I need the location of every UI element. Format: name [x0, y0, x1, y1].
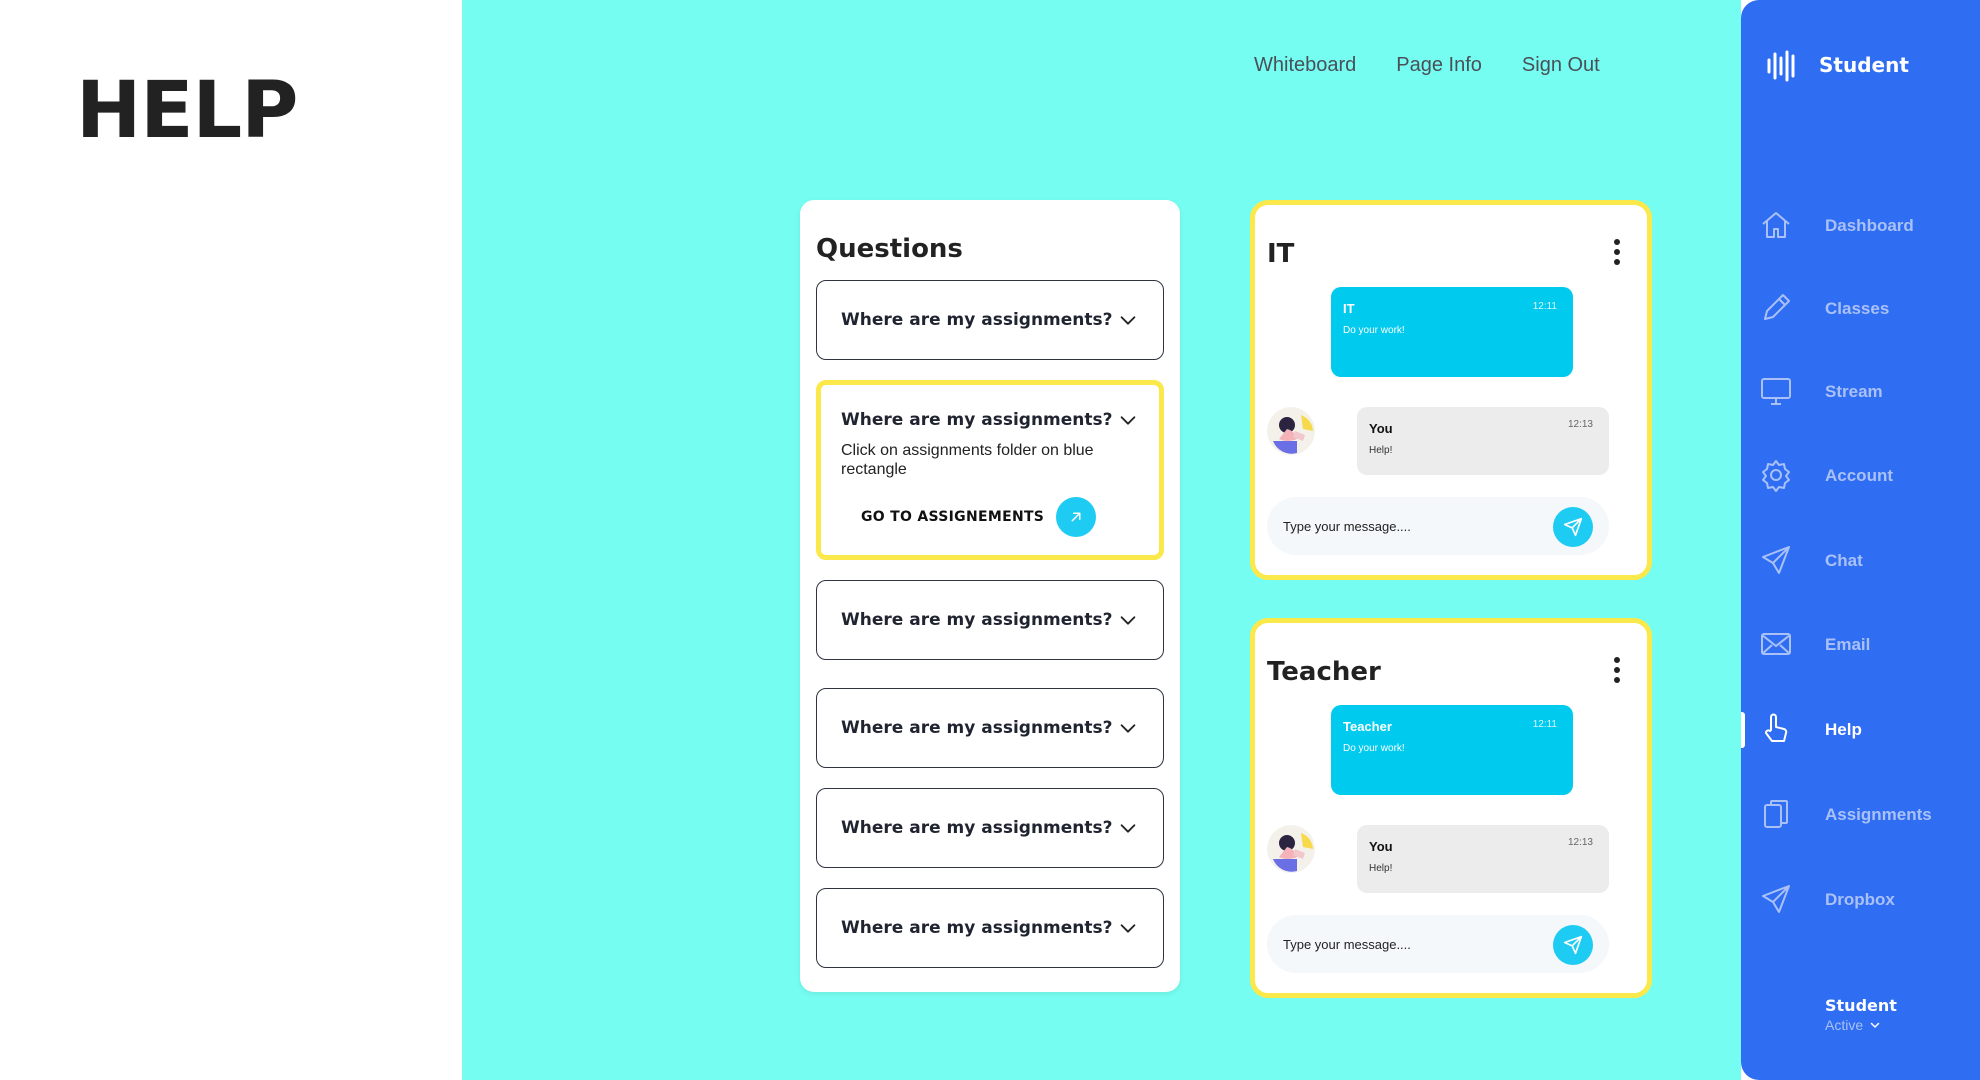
sidebar-item-chat[interactable]: Chat	[1759, 543, 1863, 577]
message-text: Help!	[1369, 445, 1393, 456]
sidebar-item-classes[interactable]: Classes	[1759, 291, 1889, 325]
sidebar-item-label: Dashboard	[1825, 216, 1914, 235]
sidebar-item-help[interactable]: Help	[1759, 712, 1862, 746]
message-sender: You	[1369, 421, 1393, 436]
sidebar-item-email[interactable]: Email	[1759, 627, 1870, 661]
send-button[interactable]	[1553, 507, 1593, 547]
paper-plane-icon	[1762, 546, 1790, 574]
nav-link-sign-out[interactable]: Sign Out	[1522, 54, 1600, 77]
user-block: Student Active	[1825, 996, 1897, 1033]
chevron-down-icon	[1120, 616, 1136, 625]
monitor-icon	[1761, 378, 1791, 405]
chat-card-teacher: Teacher Teacher 12:11 Do your work! You …	[1250, 618, 1652, 998]
sidebar-item-label: Assignments	[1825, 805, 1932, 824]
questions-card: Questions Where are my assignments? Wher…	[800, 200, 1180, 992]
message-text: Help!	[1369, 863, 1393, 874]
more-options-icon[interactable]	[1613, 657, 1621, 683]
faq-item[interactable]: Where are my assignments?	[816, 788, 1164, 868]
sidebar-item-dropbox[interactable]: Dropbox	[1759, 882, 1895, 916]
chat-title: Teacher	[1267, 657, 1381, 687]
nav-link-whiteboard[interactable]: Whiteboard	[1254, 54, 1356, 77]
send-icon	[1563, 517, 1583, 537]
faq-question: Where are my assignments?	[841, 410, 1113, 430]
faq-item[interactable]: Where are my assignments?	[816, 888, 1164, 968]
envelope-icon	[1761, 633, 1791, 655]
chat-card-it: IT IT 12:11 Do your work! You 12:13 Help…	[1250, 200, 1652, 580]
message-text: Do your work!	[1343, 325, 1405, 336]
pencil-icon	[1764, 294, 1790, 320]
faq-answer: Click on assignments folder on blue rect…	[841, 442, 1094, 478]
chevron-down-icon	[1120, 924, 1136, 933]
nav-link-page-info[interactable]: Page Info	[1396, 54, 1482, 77]
incoming-message: Teacher 12:11 Do your work!	[1331, 705, 1573, 795]
go-to-assignments-label: GO TO ASSIGNEMENTS	[861, 509, 1045, 525]
faq-question: Where are my assignments?	[841, 918, 1113, 938]
pointing-hand-icon	[1765, 713, 1788, 742]
message-time: 12:11	[1532, 719, 1557, 730]
sidebar: Student Dashboard Classes Stream Account…	[1741, 0, 1980, 1080]
active-indicator	[1741, 712, 1745, 748]
faq-question: Where are my assignments?	[841, 818, 1113, 838]
arrow-up-right-icon	[1056, 497, 1097, 537]
sidebar-item-label: Email	[1825, 635, 1871, 654]
faq-item[interactable]: Where are my assignments?	[816, 688, 1164, 768]
chevron-down-icon	[1120, 316, 1136, 325]
sidebar-item-label: Dropbox	[1825, 890, 1895, 909]
message-time: 12:13	[1567, 837, 1593, 848]
chevron-down-icon	[1870, 1022, 1880, 1028]
left-panel: HELP	[0, 0, 462, 1080]
sidebar-item-label: Stream	[1825, 382, 1883, 401]
sidebar-item-label: Chat	[1825, 551, 1863, 570]
main-area: Whiteboard Page Info Sign Out Questions …	[462, 0, 1741, 1080]
top-navigation: Whiteboard Page Info Sign Out	[1254, 54, 1600, 77]
outgoing-message: You 12:13 Help!	[1357, 407, 1609, 475]
message-sender: IT	[1343, 301, 1355, 316]
go-to-assignments-button[interactable]: GO TO ASSIGNEMENTS	[861, 497, 1097, 537]
faq-item-expanded[interactable]: Where are my assignments? Click on assig…	[816, 380, 1164, 560]
brand-label: Student	[1819, 53, 1909, 77]
sidebar-item-stream[interactable]: Stream	[1759, 374, 1883, 408]
faq-question: Where are my assignments?	[841, 310, 1113, 330]
message-time: 12:11	[1532, 301, 1557, 312]
chevron-down-icon	[1120, 824, 1136, 833]
send-icon	[1563, 935, 1583, 955]
message-text: Do your work!	[1343, 743, 1405, 754]
sidebar-item-label: Classes	[1825, 299, 1890, 318]
user-status-dropdown[interactable]: Active	[1825, 1017, 1897, 1033]
avatar	[1267, 825, 1315, 873]
sidebar-item-label: Account	[1825, 466, 1893, 485]
audio-bars-logo-icon	[1767, 50, 1795, 82]
message-time: 12:13	[1567, 419, 1593, 430]
faq-item[interactable]: Where are my assignments?	[816, 280, 1164, 360]
sidebar-item-dashboard[interactable]: Dashboard	[1759, 208, 1914, 242]
message-sender: You	[1369, 839, 1393, 854]
gear-icon	[1762, 460, 1790, 492]
brand[interactable]: Student	[1765, 48, 1909, 82]
paper-plane-icon	[1762, 885, 1790, 913]
sidebar-item-account[interactable]: Account	[1759, 458, 1893, 492]
user-status-label: Active	[1825, 1017, 1864, 1033]
questions-title: Questions	[816, 234, 963, 264]
send-button[interactable]	[1553, 925, 1593, 965]
chevron-down-icon	[1120, 724, 1136, 733]
home-icon	[1762, 212, 1790, 238]
faq-question: Where are my assignments?	[841, 718, 1113, 738]
sidebar-item-assignments[interactable]: Assignments	[1759, 797, 1932, 831]
more-options-icon[interactable]	[1613, 239, 1621, 265]
outgoing-message: You 12:13 Help!	[1357, 825, 1609, 893]
avatar	[1267, 407, 1315, 455]
page-title: HELP	[76, 66, 298, 156]
incoming-message: IT 12:11 Do your work!	[1331, 287, 1573, 377]
faq-question: Where are my assignments?	[841, 610, 1113, 630]
chevron-down-icon	[1120, 416, 1136, 425]
chat-title: IT	[1267, 239, 1295, 269]
documents-icon	[1764, 800, 1788, 828]
faq-item[interactable]: Where are my assignments?	[816, 580, 1164, 660]
user-name: Student	[1825, 996, 1897, 1015]
message-sender: Teacher	[1343, 719, 1392, 734]
sidebar-item-label: Help	[1825, 720, 1862, 739]
